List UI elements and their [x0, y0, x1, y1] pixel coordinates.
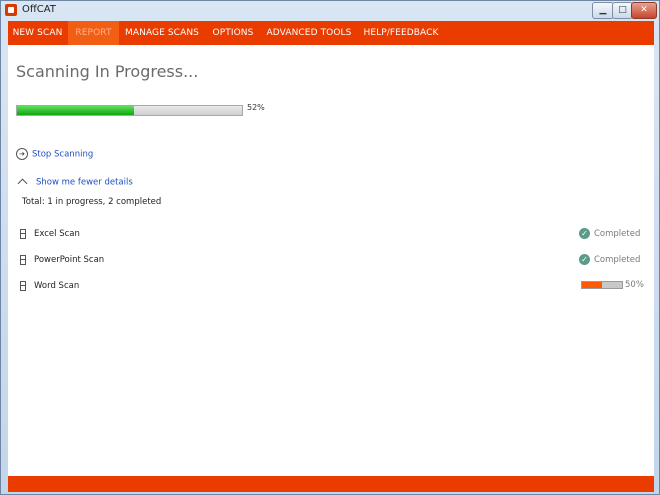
minimize-button[interactable]: ▁	[592, 2, 614, 19]
scan-name: Word Scan	[34, 281, 80, 291]
menu-advanced-tools[interactable]: ADVANCED TOOLS	[264, 21, 354, 45]
chevron-up-icon	[17, 178, 28, 189]
menu-new-scan[interactable]: NEW SCAN	[8, 21, 67, 45]
title-bar: OffCAT ▁ □ ✕	[1, 1, 659, 20]
scan-row-excel: Excel Scan ✓ Completed	[8, 228, 654, 245]
window-title: OffCAT	[22, 4, 56, 15]
offcat-logo-icon	[5, 4, 17, 16]
scan-status: Completed	[594, 229, 641, 239]
check-circle-icon: ✓	[579, 228, 590, 239]
scan-progress-bar	[16, 105, 243, 116]
main-menu-bar: NEW SCAN REPORT MANAGE SCANS OPTIONS ADV…	[8, 21, 654, 45]
report-content: Scanning In Progress... 52% ➔ Stop Scanni…	[8, 45, 654, 476]
scan-name: PowerPoint Scan	[34, 255, 105, 265]
scan-row-word: Word Scan 50%	[8, 280, 654, 297]
menu-help-feedback[interactable]: HELP/FEEDBACK	[360, 21, 442, 45]
word-scan-progress-fill	[582, 282, 602, 288]
page-title: Scanning In Progress...	[16, 62, 199, 81]
document-icon	[20, 281, 26, 291]
scan-total-summary: Total: 1 in progress, 2 completed	[22, 197, 162, 207]
menu-manage-scans[interactable]: MANAGE SCANS	[122, 21, 202, 45]
scan-row-powerpoint: PowerPoint Scan ✓ Completed	[8, 254, 654, 271]
stop-scanning-label: Stop Scanning	[32, 149, 94, 160]
app-window: OffCAT ▁ □ ✕ NEW SCAN REPORT MANAGE SCAN…	[0, 0, 660, 495]
scan-name: Excel Scan	[34, 229, 80, 239]
document-icon	[20, 229, 26, 239]
show-fewer-details-label: Show me fewer details	[36, 177, 133, 188]
menu-report[interactable]: REPORT	[68, 21, 119, 45]
word-scan-progress-bar	[581, 281, 623, 289]
document-icon	[20, 255, 26, 265]
stop-scanning-link[interactable]: ➔ Stop Scanning	[16, 148, 93, 160]
check-circle-icon: ✓	[579, 254, 590, 265]
scan-progress-percent: 52%	[247, 103, 265, 112]
word-scan-progress-percent: 50%	[625, 280, 644, 290]
show-fewer-details-link[interactable]: Show me fewer details	[16, 177, 133, 189]
circle-arrow-right-icon: ➔	[16, 148, 28, 160]
footer-bar	[8, 476, 654, 492]
scan-status: Completed	[594, 255, 641, 265]
maximize-button[interactable]: □	[612, 2, 633, 19]
close-button[interactable]: ✕	[631, 2, 657, 19]
scan-progress-fill	[17, 106, 134, 115]
menu-options[interactable]: OPTIONS	[208, 21, 258, 45]
